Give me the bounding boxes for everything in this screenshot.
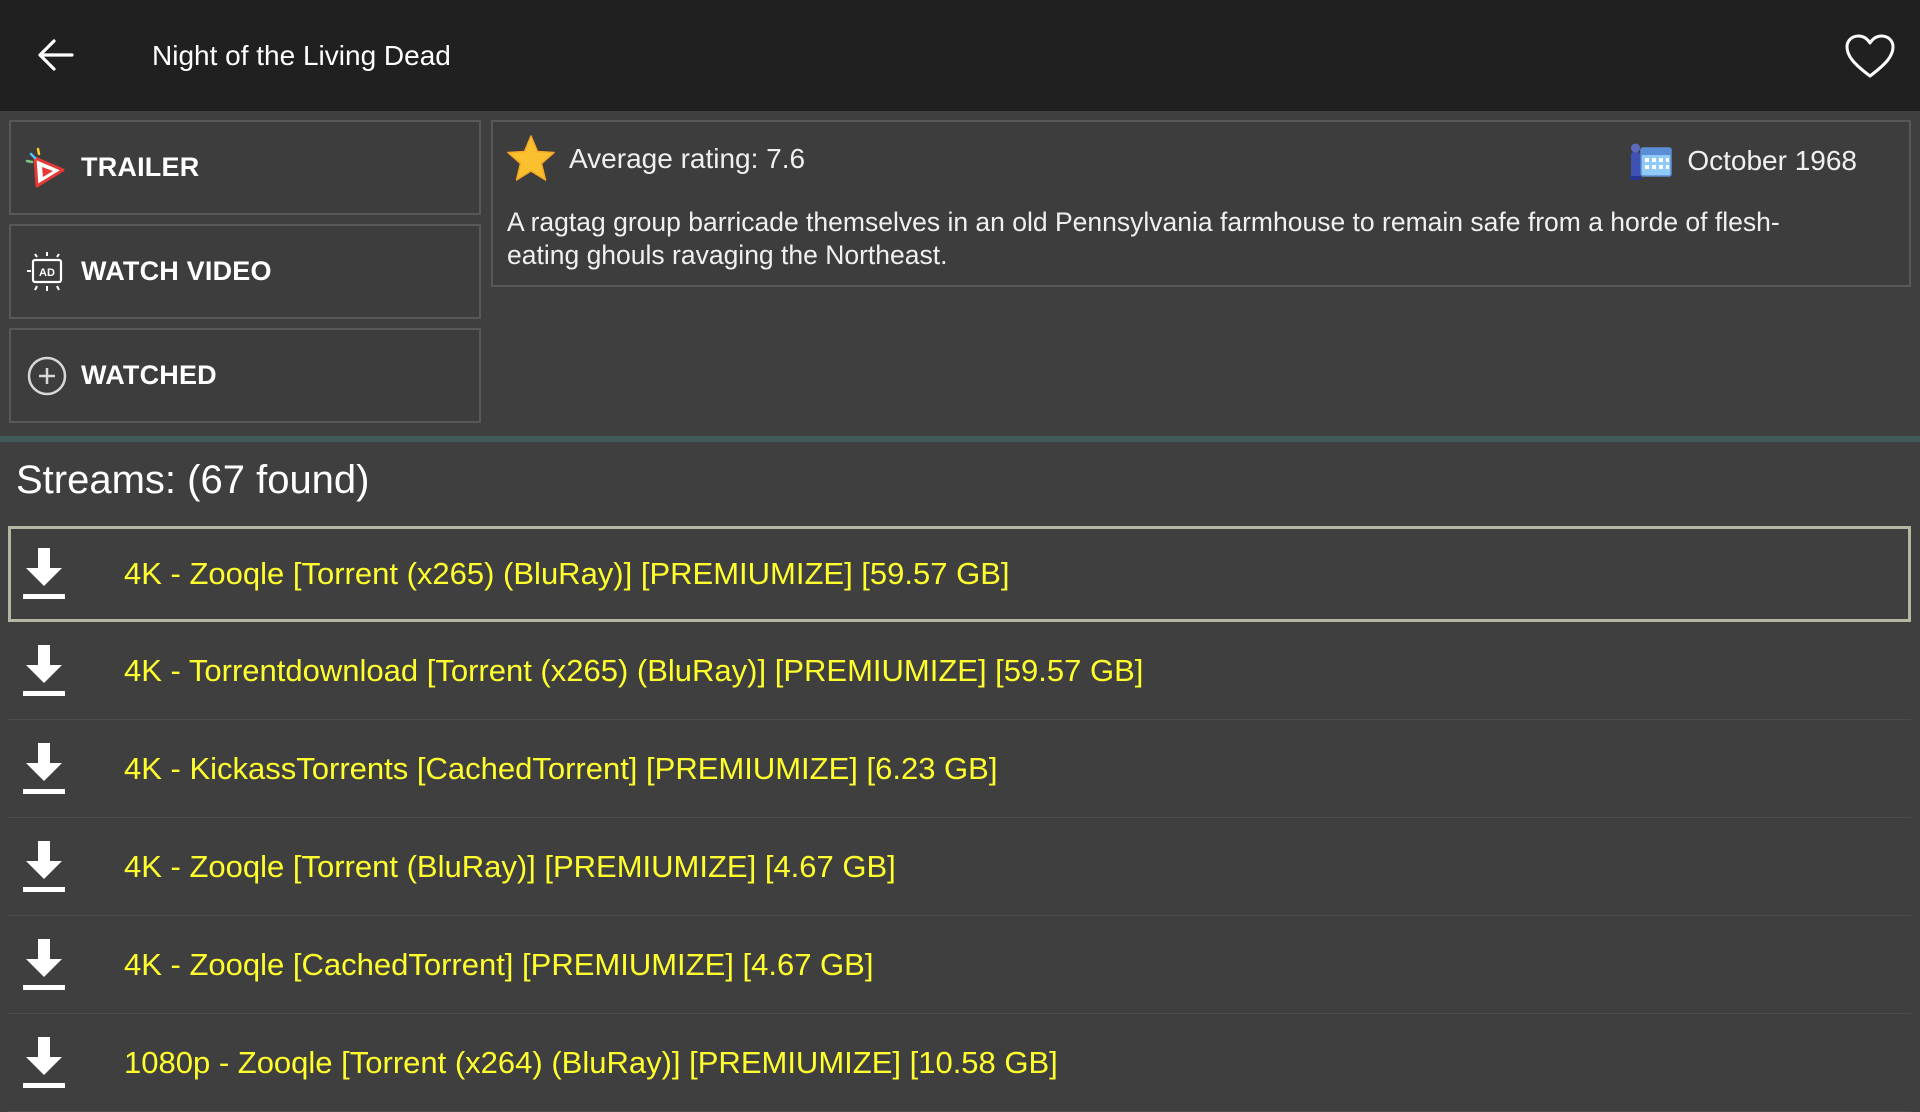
trailer-button[interactable]: TRAILER [9, 120, 481, 215]
page-title: Night of the Living Dead [152, 40, 451, 71]
calendar-icon [1630, 143, 1673, 180]
download-icon [23, 938, 65, 990]
download-icon [23, 1036, 65, 1088]
arrow-left-icon [38, 39, 74, 71]
trailer-label: TRAILER [81, 152, 200, 182]
rating-text: Average rating: 7.6 [569, 143, 806, 174]
stream-title: 4K - Torrentdownload [Torrent (x265) (Bl… [124, 652, 1144, 688]
app-bar: Night of the Living Dead [0, 0, 1920, 111]
download-icon [23, 644, 65, 696]
stream-title: 4K - Zooqle [Torrent (BluRay)] [PREMIUMI… [124, 848, 896, 884]
stream-item[interactable]: 1080p - Zooqle [Torrent (x264) (BluRay)]… [8, 1014, 1911, 1112]
stream-item[interactable]: 4K - KickassTorrents [CachedTorrent] [PR… [8, 720, 1911, 818]
stream-title: 4K - Zooqle [CachedTorrent] [PREMIUMIZE]… [124, 946, 874, 982]
watched-button[interactable]: WATCHED [9, 328, 481, 423]
stream-item[interactable]: 4K - Torrentdownload [Torrent (x265) (Bl… [8, 622, 1911, 720]
plus-circle-icon [25, 354, 69, 398]
stream-item[interactable]: 4K - Zooqle [CachedTorrent] [PREMIUMIZE]… [8, 916, 1911, 1014]
play-trailer-icon [25, 146, 69, 190]
section-divider [0, 436, 1920, 442]
watched-label: WATCHED [81, 360, 217, 390]
stream-title: 4K - Zooqle [Torrent (x265) (BluRay)] [P… [124, 556, 1010, 591]
heart-outline-icon [1845, 34, 1895, 78]
rating: Average rating: 7.6 [505, 134, 805, 184]
watch-video-label: WATCH VIDEO [81, 256, 272, 286]
download-icon [23, 742, 65, 794]
stream-list: 4K - Zooqle [Torrent (x265) (BluRay)] [P… [8, 526, 1911, 1112]
movie-description: A ragtag group barricade themselves in a… [507, 207, 1780, 270]
back-button[interactable] [30, 30, 80, 80]
star-icon [507, 135, 555, 181]
download-icon [23, 548, 65, 599]
release-date-text: October 1968 [1687, 145, 1857, 176]
favorite-button[interactable] [1842, 28, 1898, 84]
stream-title: 1080p - Zooqle [Torrent (x264) (BluRay)]… [124, 1044, 1058, 1080]
svg-text:AD: AD [39, 267, 55, 279]
ad-video-icon: AD [25, 250, 69, 294]
stream-title: 4K - KickassTorrents [CachedTorrent] [PR… [124, 750, 998, 786]
download-icon [23, 840, 65, 892]
stream-item[interactable]: 4K - Zooqle [Torrent (BluRay)] [PREMIUMI… [8, 818, 1911, 916]
streams-header: Streams: (67 found) [16, 458, 370, 502]
movie-info-card: Average rating: 7.6 October 1968 A ragta… [491, 120, 1911, 287]
stream-item[interactable]: 4K - Zooqle [Torrent (x265) (BluRay)] [P… [8, 526, 1911, 622]
watch-video-button[interactable]: AD WATCH VIDEO [9, 224, 481, 319]
release-date: October 1968 [1627, 140, 1857, 182]
action-buttons: TRAILER AD WATCH VIDEO WATCHED [9, 120, 481, 432]
